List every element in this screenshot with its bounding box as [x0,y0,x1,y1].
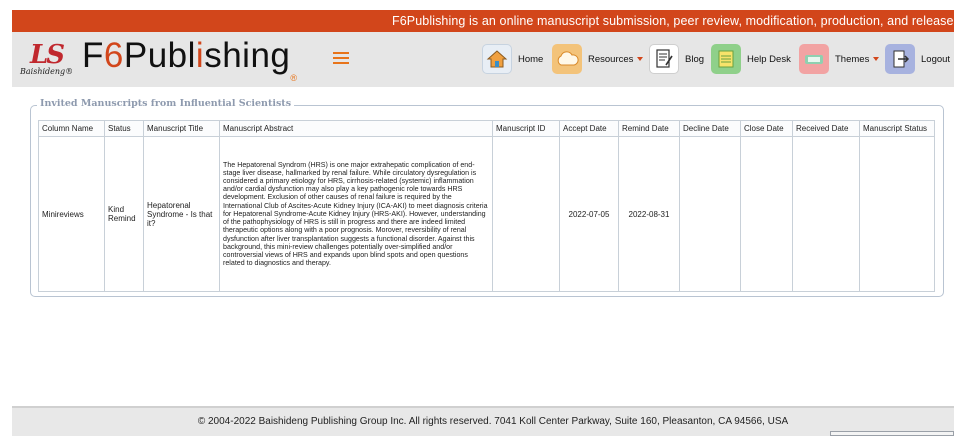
brand-i: i [195,36,205,75]
logo-company-name: Baishideng® [20,67,74,76]
brand-shing: shing [204,36,291,75]
floating-widget-edge[interactable] [830,431,954,436]
panel-legend: Invited Manuscripts from Influential Sci… [37,98,295,109]
col-header[interactable]: Remind Date [618,120,680,137]
footer-copyright: © 2004-2022 Baishideng Publishing Group … [197,416,789,427]
nav-help-desk[interactable]: Help Desk [711,41,791,77]
col-header[interactable]: Status [104,120,144,137]
nav-blog-label: Blog [685,53,705,65]
brand-registered: ® [290,73,298,83]
nav-home-label: Home [518,53,544,65]
baishideng-logo[interactable]: LS Baishideng® [20,40,78,80]
cell-status: Kind Remind [104,136,144,292]
brand-publ: Publ [123,36,196,75]
cloud-icon [552,44,582,74]
chevron-down-icon [873,57,880,61]
cell-manuscript-status [859,136,935,292]
blog-icon [649,44,679,74]
nav-logout[interactable]: Logout [885,41,950,77]
cell-manuscript-abstract: The Hepatorenal Syndrom (HRS) is one maj… [219,136,493,292]
cell-column-name: Minireviews [38,136,105,292]
nav-resources-label: Resources [588,53,634,65]
col-header[interactable]: Manuscript Title [143,120,220,137]
nav-home[interactable]: Home [482,41,543,77]
cell-manuscript-title: Hepatorenal Syndrome - Is that it? [143,136,220,292]
banner-text: F6Publishing is an online manuscript sub… [392,14,954,28]
chevron-down-icon [637,57,644,61]
col-header[interactable]: Manuscript Abstract [219,120,493,137]
nav-blog[interactable]: Blog [649,41,704,77]
col-header[interactable]: Column Name [38,120,105,137]
notepad-icon [711,44,741,74]
cell-close-date [740,136,793,292]
brand-six: 6 [103,36,124,75]
col-header[interactable]: Manuscript Status [859,120,935,137]
logout-icon [885,44,915,74]
menu-toggle-icon[interactable] [333,52,349,64]
nav-themes-label: Themes [835,53,870,65]
col-header[interactable]: Close Date [740,120,793,137]
theme-icon [799,44,829,74]
col-header[interactable]: Received Date [792,120,860,137]
col-header[interactable]: Decline Date [679,120,741,137]
cell-received-date [792,136,860,292]
f6publishing-brand[interactable]: F6Publishing® [82,36,298,83]
table-row: Minireviews Kind Remind Hepatorenal Synd… [38,136,935,292]
table-header-row: Column Name Status Manuscript Title Manu… [38,120,935,137]
cell-manuscript-id [492,136,560,292]
invited-manuscripts-panel: Invited Manuscripts from Influential Sci… [30,98,944,297]
house-icon [482,44,512,74]
nav-themes[interactable]: Themes [799,41,880,77]
col-header[interactable]: Accept Date [559,120,619,137]
page-margin [0,0,12,436]
nav-help-desk-label: Help Desk [747,53,791,65]
cell-remind-date: 2022-08-31 [618,136,680,292]
nav-resources[interactable]: Resources [552,41,644,77]
cell-decline-date [679,136,741,292]
announcement-banner: F6Publishing is an online manuscript sub… [12,10,954,32]
nav-logout-label: Logout [921,53,951,65]
invited-manuscripts-table: Column Name Status Manuscript Title Manu… [38,120,935,292]
col-header[interactable]: Manuscript ID [492,120,560,137]
cell-accept-date: 2022-07-05 [559,136,619,292]
brand-f: F [82,36,104,75]
site-header: LS Baishideng® F6Publishing® Home Resour… [12,32,954,87]
logo-mark-text: LS [30,40,65,70]
